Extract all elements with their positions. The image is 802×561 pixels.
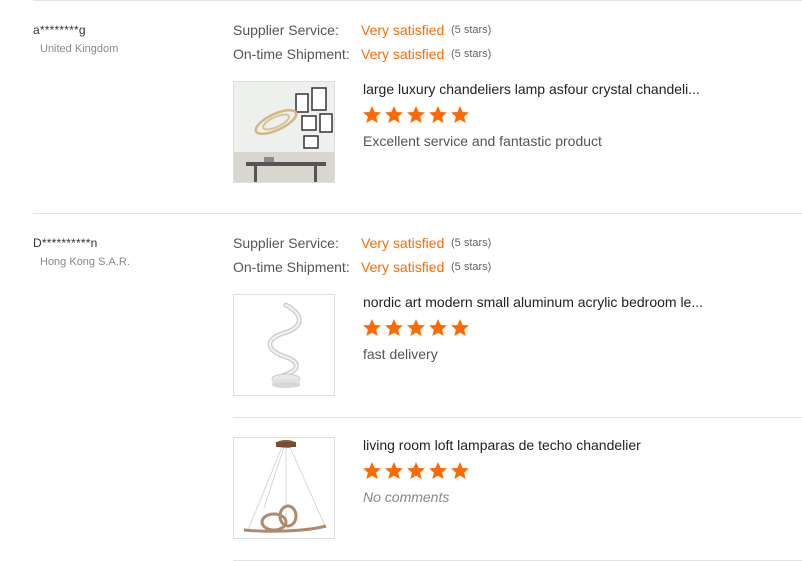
buyer-name: D**********n bbox=[33, 236, 98, 250]
crystal-ring-chandelier-photo-icon bbox=[234, 82, 334, 182]
star-icon bbox=[385, 106, 403, 123]
product-divider bbox=[233, 417, 802, 418]
rating-value: Very satisfied bbox=[361, 259, 445, 275]
product-thumbnail[interactable] bbox=[233, 294, 335, 396]
buyer-country: United Kingdom bbox=[40, 43, 119, 55]
rating-label: Supplier Service: bbox=[233, 235, 339, 251]
supplier-service-rating: Supplier Service: Very satisfied (5 star… bbox=[233, 22, 633, 38]
star-icon bbox=[451, 319, 469, 336]
shipment-rating: On-time Shipment: Very satisfied (5 star… bbox=[233, 259, 633, 275]
rating-value: Very satisfied bbox=[361, 22, 445, 38]
rating-value: Very satisfied bbox=[361, 46, 445, 62]
rating-stars-text: (5 stars) bbox=[451, 237, 492, 249]
rating-stars-text: (5 stars) bbox=[451, 24, 492, 36]
reviewed-product: nordic art modern small aluminum acrylic… bbox=[233, 294, 802, 398]
star-icon bbox=[429, 319, 447, 336]
review-comment: fast delivery bbox=[363, 346, 438, 362]
rating-stars-text: (5 stars) bbox=[451, 261, 492, 273]
product-star-rating bbox=[362, 318, 470, 338]
star-icon bbox=[429, 106, 447, 123]
star-icon bbox=[429, 462, 447, 479]
buyer-country: Hong Kong S.A.R. bbox=[40, 256, 130, 268]
product-thumbnail[interactable] bbox=[233, 81, 335, 183]
product-title-link[interactable]: nordic art modern small aluminum acrylic… bbox=[363, 294, 703, 310]
star-icon bbox=[451, 106, 469, 123]
star-icon bbox=[385, 462, 403, 479]
product-title-link[interactable]: large luxury chandeliers lamp asfour cry… bbox=[363, 81, 700, 97]
rating-stars-text: (5 stars) bbox=[451, 48, 492, 60]
star-icon bbox=[363, 106, 381, 123]
star-icon bbox=[407, 106, 425, 123]
star-icon bbox=[385, 319, 403, 336]
review-item: a********g United Kingdom Supplier Servi… bbox=[0, 0, 802, 214]
reviewed-product: large luxury chandeliers lamp asfour cry… bbox=[233, 81, 802, 185]
spiral-table-lamp-photo-icon bbox=[234, 295, 334, 395]
rating-label: Supplier Service: bbox=[233, 22, 339, 38]
star-icon bbox=[407, 319, 425, 336]
pendant-ring-chandelier-photo-icon bbox=[234, 438, 334, 538]
product-star-rating bbox=[362, 105, 470, 125]
star-icon bbox=[363, 462, 381, 479]
rating-value: Very satisfied bbox=[361, 235, 445, 251]
star-icon bbox=[363, 319, 381, 336]
rating-label: On-time Shipment: bbox=[233, 259, 350, 275]
product-thumbnail[interactable] bbox=[233, 437, 335, 539]
rating-label: On-time Shipment: bbox=[233, 46, 350, 62]
star-icon bbox=[451, 462, 469, 479]
buyer-name: a********g bbox=[33, 23, 86, 37]
star-icon bbox=[407, 462, 425, 479]
review-comment: No comments bbox=[363, 489, 450, 505]
reviewed-product: living room loft lamparas de techo chand… bbox=[233, 437, 802, 541]
supplier-service-rating: Supplier Service: Very satisfied (5 star… bbox=[233, 235, 633, 251]
review-comment: Excellent service and fantastic product bbox=[363, 133, 602, 149]
product-title-link[interactable]: living room loft lamparas de techo chand… bbox=[363, 437, 641, 453]
product-star-rating bbox=[362, 461, 470, 481]
review-item: D**********n Hong Kong S.A.R. Supplier S… bbox=[0, 214, 802, 561]
shipment-rating: On-time Shipment: Very satisfied (5 star… bbox=[233, 46, 633, 62]
